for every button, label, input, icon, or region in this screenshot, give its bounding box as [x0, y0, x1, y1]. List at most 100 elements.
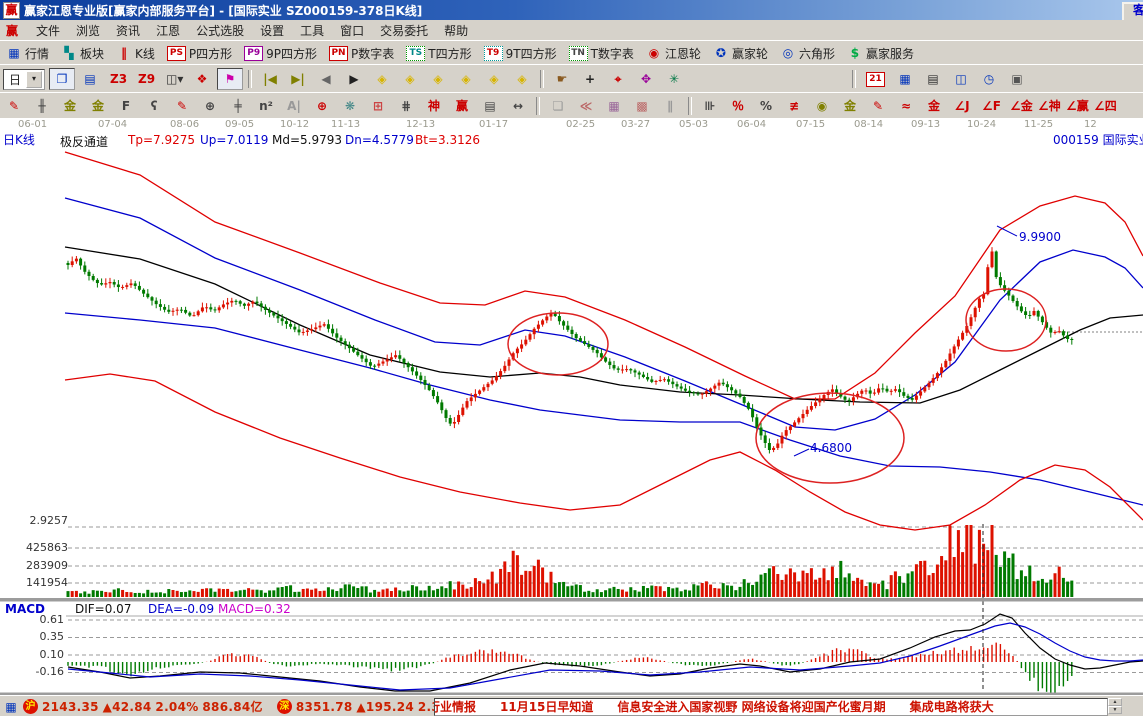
spiral-icon[interactable]: ʕ	[141, 95, 167, 117]
width-arrows-icon[interactable]: ↔	[505, 95, 531, 117]
p9-square-button[interactable]: P99P四方形	[239, 42, 322, 64]
purple-cluster-icon[interactable]: ✥	[633, 68, 659, 90]
gold-lines-icon[interactable]: 金	[837, 95, 863, 117]
fan-lines-icon[interactable]: ≪	[573, 95, 599, 117]
angle-f-icon[interactable]: ∠F	[977, 95, 1003, 117]
restore-icon[interactable]: ❖	[189, 68, 215, 90]
angle-shen-icon[interactable]: ∠神	[1033, 95, 1059, 117]
history-disk-icon[interactable]: ◷	[976, 68, 1002, 90]
kline-button-label: K线	[135, 45, 155, 62]
win-tool-icon[interactable]: 赢	[449, 95, 475, 117]
parallel-icon[interactable]: ∥	[657, 95, 683, 117]
menu-item-9[interactable]: 帮助	[436, 22, 476, 40]
print-icon[interactable]: ▣	[1004, 68, 1030, 90]
menu-item-7[interactable]: 窗口	[332, 22, 372, 40]
gold-underline-icon[interactable]: 金	[921, 95, 947, 117]
shen-tool-icon[interactable]: 神	[421, 95, 447, 117]
fibo-f-icon[interactable]: F	[113, 95, 139, 117]
gann-wheel-button[interactable]: ◉江恩轮	[641, 42, 706, 64]
p-table-button-label: P数字表	[351, 45, 394, 62]
prev-icon[interactable]: ◀	[313, 68, 339, 90]
crosshair-icon[interactable]: +	[577, 68, 603, 90]
winner-wheel-button[interactable]: ✪赢家轮	[708, 42, 773, 64]
percent-red-icon[interactable]: ％	[725, 95, 751, 117]
annotation-pointer-1	[794, 449, 809, 456]
period-select[interactable]: 日▾	[3, 69, 45, 90]
calculator-icon[interactable]: ▦	[892, 68, 918, 90]
candle-style-icon[interactable]: ◫▾	[161, 68, 187, 90]
menu-item-3[interactable]: 江恩	[148, 22, 188, 40]
t-table-button[interactable]: TNT数字表	[564, 42, 639, 64]
target-icon[interactable]: ⊕	[309, 95, 335, 117]
red-pen-icon[interactable]: ✎	[1, 95, 27, 117]
box-x-icon[interactable]: ▩	[629, 95, 655, 117]
angle-gold-icon[interactable]: ∠金	[1005, 95, 1031, 117]
quote-grid-icon[interactable]: ▦	[3, 699, 19, 715]
calendar-icon[interactable]: 21	[861, 68, 890, 90]
first-page-icon[interactable]: |◀	[257, 68, 283, 90]
diamond-right-icon[interactable]: ◈	[397, 68, 423, 90]
menu-item-0[interactable]: 文件	[28, 22, 68, 40]
hand-drag-icon[interactable]: ☛	[549, 68, 575, 90]
ticker-scroll-up-button[interactable]: ▲	[1108, 698, 1122, 706]
wave-3-icon[interactable]: Z3	[105, 68, 131, 90]
notes-icon[interactable]: ▤	[920, 68, 946, 90]
f10-report-icon[interactable]: ▤	[77, 68, 103, 90]
diamond-hmove-icon[interactable]: ◈	[425, 68, 451, 90]
winner-service-button[interactable]: $赢家服务	[842, 42, 919, 64]
menu-item-4[interactable]: 公式选股	[188, 22, 252, 40]
diamond-compress-icon[interactable]: ◈	[481, 68, 507, 90]
ratio-bars-icon[interactable]: ⊪	[697, 95, 723, 117]
ticker-scroll-down-button[interactable]: ▼	[1108, 706, 1122, 714]
calculator-icon-glyph: ▦	[897, 71, 913, 87]
save-icon[interactable]: ◫	[948, 68, 974, 90]
fan-grid-icon[interactable]: ▦	[601, 95, 627, 117]
percent-icon[interactable]: %	[753, 95, 779, 117]
diamond-left-icon[interactable]: ◈	[369, 68, 395, 90]
gold-gate2-icon[interactable]: 金	[85, 95, 111, 117]
mirror-a-icon[interactable]: A|	[281, 95, 307, 117]
marker-pen-icon[interactable]: ✎	[169, 95, 195, 117]
next-icon[interactable]: ▶	[341, 68, 367, 90]
menu-item-6[interactable]: 工具	[292, 22, 332, 40]
angle-four-icon[interactable]: ∠四	[1089, 95, 1115, 117]
box-line-icon[interactable]: ❏	[545, 95, 571, 117]
ruler-icon[interactable]: ▤	[477, 95, 503, 117]
draw-flag-icon[interactable]: ⚑	[217, 68, 243, 90]
drop-pen-icon[interactable]: ✎	[865, 95, 891, 117]
p-table-button[interactable]: PNP数字表	[324, 42, 399, 64]
kmark-icon[interactable]: ⋕	[393, 95, 419, 117]
menu-item-1[interactable]: 浏览	[68, 22, 108, 40]
chevron-down-icon[interactable]: ▾	[26, 71, 42, 88]
degree-circle-icon[interactable]: ⊕	[197, 95, 223, 117]
p-square-button[interactable]: PSP四方形	[162, 42, 237, 64]
grid-hash-icon[interactable]: ╫	[29, 95, 55, 117]
menu-item-2[interactable]: 资讯	[108, 22, 148, 40]
menu-item-5[interactable]: 设置	[252, 22, 292, 40]
quotes-button[interactable]: ▦行情	[1, 42, 54, 64]
sectors-button[interactable]: ▚板块	[56, 42, 109, 64]
gold-circle-icon[interactable]: ◉	[809, 95, 835, 117]
angle-win-icon[interactable]: ∠赢	[1061, 95, 1087, 117]
service-corner-button[interactable]: 客	[1122, 2, 1143, 22]
menu-item-8[interactable]: 交易委托	[372, 22, 436, 40]
angle-marker-icon[interactable]: ⌖	[605, 68, 631, 90]
diamond-full-icon[interactable]: ◈	[509, 68, 535, 90]
gold-gate-icon[interactable]: 金	[57, 95, 83, 117]
snowflake-icon[interactable]: ❋	[337, 95, 363, 117]
green-knot-icon[interactable]: ✳	[661, 68, 687, 90]
kline-button[interactable]: ‖K线	[111, 42, 160, 64]
percent-lines-icon[interactable]: ≢	[781, 95, 807, 117]
grid-target-icon[interactable]: ⊞	[365, 95, 391, 117]
t9-square-button[interactable]: T99T四方形	[479, 42, 562, 64]
hash2-icon[interactable]: ╪	[225, 95, 251, 117]
angle-j-icon[interactable]: ∠J	[949, 95, 975, 117]
t-square-button[interactable]: TST四方形	[401, 42, 476, 64]
last-page-icon[interactable]: ▶|	[285, 68, 311, 90]
diamond-expand-icon[interactable]: ◈	[453, 68, 479, 90]
wave-9-icon[interactable]: Z9	[133, 68, 159, 90]
zoom-area-icon[interactable]: ❐	[49, 68, 75, 90]
wave-tool-icon[interactable]: ≈	[893, 95, 919, 117]
n2-icon[interactable]: n²	[253, 95, 279, 117]
hexagon-button[interactable]: ◎六角形	[775, 42, 840, 64]
